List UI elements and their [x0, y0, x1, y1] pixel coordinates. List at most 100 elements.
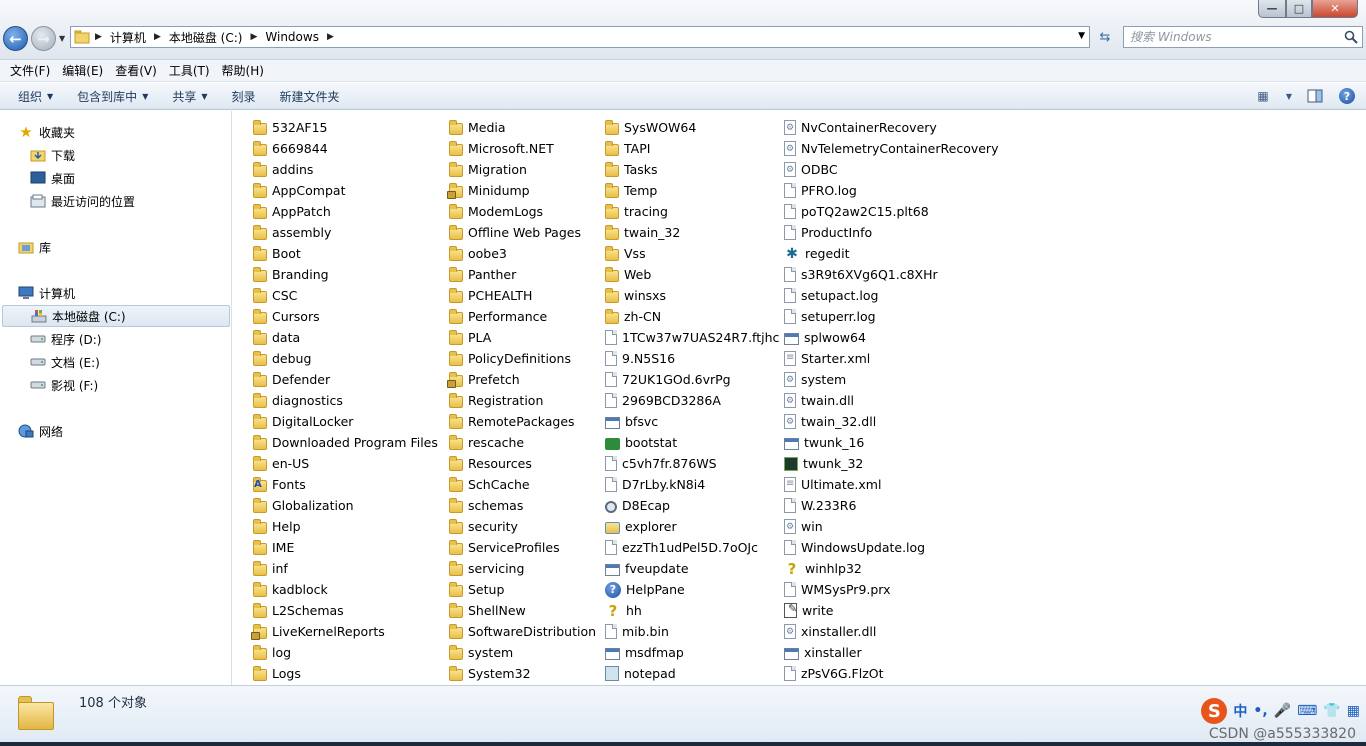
- file-item[interactable]: Performance: [449, 306, 596, 327]
- file-item[interactable]: oobe3: [449, 243, 596, 264]
- nav-drive-e[interactable]: 文档 (E:): [30, 351, 100, 373]
- keyboard-icon[interactable]: ⌨: [1297, 703, 1317, 719]
- file-item[interactable]: NvContainerRecovery: [784, 117, 998, 138]
- file-item[interactable]: setuperr.log: [784, 306, 998, 327]
- forward-button[interactable]: →: [31, 26, 56, 51]
- file-item[interactable]: ? winhlp32: [784, 558, 998, 579]
- file-item[interactable]: Branding: [253, 264, 438, 285]
- file-item[interactable]: tracing: [605, 201, 779, 222]
- file-item[interactable]: D8Ecap: [605, 495, 779, 516]
- file-item[interactable]: CSC: [253, 285, 438, 306]
- file-item[interactable]: Prefetch: [447, 369, 596, 390]
- file-item[interactable]: log: [253, 642, 438, 663]
- file-item[interactable]: Globalization: [253, 495, 438, 516]
- file-item[interactable]: PFRO.log: [784, 180, 998, 201]
- file-item[interactable]: ServiceProfiles: [449, 537, 596, 558]
- breadcrumb-chevron-icon[interactable]: ▶: [152, 32, 163, 42]
- nav-drive-c[interactable]: 本地磁盘 (C:): [2, 305, 230, 327]
- file-item[interactable]: ModemLogs: [449, 201, 596, 222]
- change-view-button[interactable]: ▦: [1252, 86, 1274, 106]
- file-item[interactable]: L2Schemas: [253, 600, 438, 621]
- file-item[interactable]: Defender: [253, 369, 438, 390]
- breadcrumb-computer[interactable]: 计算机: [104, 29, 152, 46]
- skin-icon[interactable]: 👕: [1323, 703, 1340, 719]
- file-item[interactable]: splwow64: [784, 327, 998, 348]
- preview-pane-button[interactable]: [1304, 86, 1326, 106]
- address-bar[interactable]: ▶ 计算机 ▶ 本地磁盘 (C:) ▶ Windows ▶ ▼: [70, 26, 1090, 48]
- file-item[interactable]: ShellNew: [449, 600, 596, 621]
- file-item[interactable]: c5vh7fr.876WS: [605, 453, 779, 474]
- file-item[interactable]: diagnostics: [253, 390, 438, 411]
- file-item[interactable]: Microsoft.NET: [449, 138, 596, 159]
- search-icon[interactable]: [1344, 30, 1358, 44]
- breadcrumb-windows[interactable]: Windows: [259, 30, 325, 44]
- nav-downloads[interactable]: 下载: [30, 144, 75, 166]
- file-item[interactable]: 2969BCD3286A: [605, 390, 779, 411]
- file-item[interactable]: xinstaller.dll: [784, 621, 998, 642]
- file-item[interactable]: AppCompat: [253, 180, 438, 201]
- file-item[interactable]: SchCache: [449, 474, 596, 495]
- breadcrumb-chevron-icon[interactable]: ▶: [248, 32, 259, 42]
- file-item[interactable]: System32: [449, 663, 596, 684]
- share-button[interactable]: 共享 ▼: [164, 88, 215, 105]
- file-item[interactable]: PolicyDefinitions: [449, 348, 596, 369]
- new-folder-button[interactable]: 新建文件夹: [272, 88, 348, 105]
- minimize-button[interactable]: —: [1258, 0, 1286, 18]
- file-item[interactable]: s3R9t6XVg6Q1.c8XHr: [784, 264, 998, 285]
- menu-tools[interactable]: 工具(T): [163, 62, 216, 79]
- sogou-logo-icon[interactable]: S: [1201, 698, 1228, 724]
- menu-help[interactable]: 帮助(H): [216, 62, 270, 79]
- file-item[interactable]: addins: [253, 159, 438, 180]
- ime-language-toggle[interactable]: 中: [1233, 701, 1247, 721]
- file-item[interactable]: inf: [253, 558, 438, 579]
- file-item[interactable]: notepad: [605, 663, 779, 684]
- file-item[interactable]: twain_32: [605, 222, 779, 243]
- file-item[interactable]: system: [449, 642, 596, 663]
- nav-computer[interactable]: 计算机: [18, 282, 75, 304]
- file-item[interactable]: mib.bin: [605, 621, 779, 642]
- file-item[interactable]: twain_32.dll: [784, 411, 998, 432]
- file-item[interactable]: Cursors: [253, 306, 438, 327]
- file-item[interactable]: zPsV6G.FlzOt: [784, 663, 998, 684]
- burn-button[interactable]: 刻录: [224, 88, 264, 105]
- file-item[interactable]: IME: [253, 537, 438, 558]
- file-item[interactable]: WMSysPr9.prx: [784, 579, 998, 600]
- search-box[interactable]: [1123, 26, 1363, 48]
- file-item[interactable]: RemotePackages: [449, 411, 596, 432]
- file-item[interactable]: rescache: [449, 432, 596, 453]
- breadcrumb-chevron-icon[interactable]: ▶: [325, 32, 336, 42]
- file-item[interactable]: debug: [253, 348, 438, 369]
- file-item[interactable]: kadblock: [253, 579, 438, 600]
- file-item[interactable]: twunk_16: [784, 432, 998, 453]
- nav-drive-f[interactable]: 影视 (F:): [30, 374, 98, 396]
- menu-view[interactable]: 查看(V): [109, 62, 163, 79]
- search-input[interactable]: [1130, 30, 1330, 44]
- file-item[interactable]: poTQ2aw2C15.plt68: [784, 201, 998, 222]
- help-button[interactable]: ?: [1336, 86, 1358, 106]
- file-item[interactable]: PLA: [449, 327, 596, 348]
- file-item[interactable]: servicing: [449, 558, 596, 579]
- file-item[interactable]: Minidump: [447, 180, 596, 201]
- file-item[interactable]: SoftwareDistribution: [449, 621, 596, 642]
- file-item[interactable]: security: [449, 516, 596, 537]
- menu-file[interactable]: 文件(F): [4, 62, 56, 79]
- file-item[interactable]: Vss: [605, 243, 779, 264]
- file-item[interactable]: DigitalLocker: [253, 411, 438, 432]
- file-item[interactable]: Logs: [253, 663, 438, 684]
- file-item[interactable]: Downloaded Program Files: [253, 432, 438, 453]
- toolbox-grid-icon[interactable]: ▦: [1347, 703, 1360, 719]
- nav-favorites[interactable]: ★ 收藏夹: [18, 121, 75, 143]
- microphone-icon[interactable]: 🎤: [1274, 703, 1291, 719]
- file-item[interactable]: Temp: [605, 180, 779, 201]
- include-in-library-button[interactable]: 包含到库中 ▼: [69, 88, 156, 105]
- file-item[interactable]: Web: [605, 264, 779, 285]
- file-item[interactable]: Setup: [449, 579, 596, 600]
- file-item[interactable]: assembly: [253, 222, 438, 243]
- file-item[interactable]: win: [784, 516, 998, 537]
- file-item[interactable]: Starter.xml: [784, 348, 998, 369]
- file-item[interactable]: Boot: [253, 243, 438, 264]
- organize-button[interactable]: 组织 ▼: [10, 88, 61, 105]
- file-item[interactable]: ✱ regedit: [784, 243, 998, 264]
- file-item[interactable]: 532AF15: [253, 117, 438, 138]
- menu-edit[interactable]: 编辑(E): [56, 62, 109, 79]
